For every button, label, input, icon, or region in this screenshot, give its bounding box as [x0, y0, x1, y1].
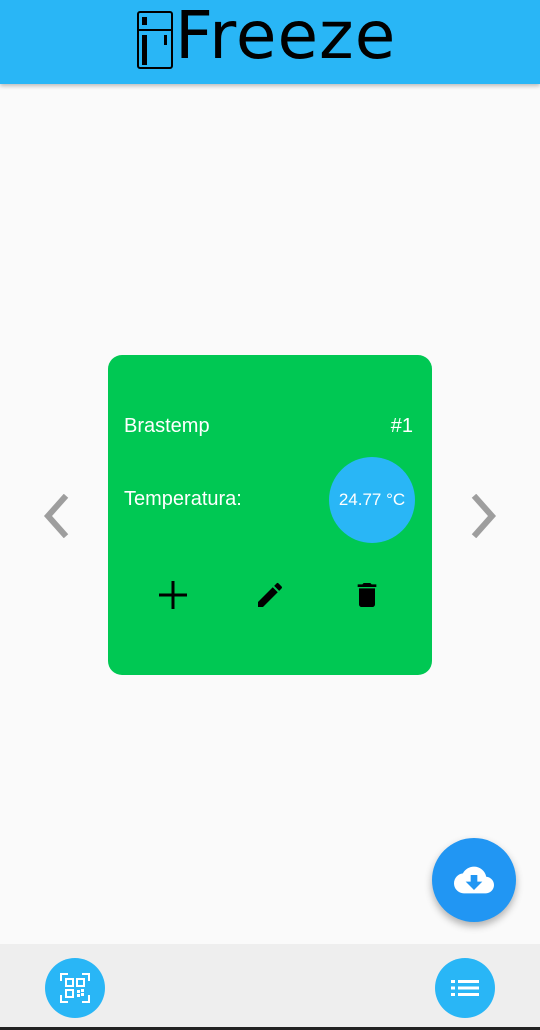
scan-qr-button[interactable] — [45, 958, 105, 1018]
bottom-bar — [0, 944, 540, 1030]
chevron-left-icon — [43, 494, 69, 538]
temperature-label: Temperatura: — [124, 488, 242, 510]
chevron-right-icon — [471, 494, 497, 538]
temperature-value: 24.77 °C — [338, 490, 406, 509]
card-actions — [108, 575, 432, 615]
temperature-badge: 24.77 °C — [329, 457, 415, 543]
app-logo: Freeze — [137, 3, 396, 69]
delete-button[interactable] — [347, 575, 387, 615]
previous-device-button[interactable] — [33, 492, 77, 540]
add-button[interactable] — [153, 575, 193, 615]
trash-icon — [357, 583, 377, 607]
edit-button[interactable] — [250, 575, 290, 615]
next-device-button[interactable] — [463, 492, 507, 540]
app-title: Freeze — [175, 0, 397, 74]
app-bar: Freeze — [0, 0, 540, 84]
device-name: Brastemp — [124, 415, 210, 437]
plus-icon — [159, 581, 187, 609]
fridge-icon — [137, 11, 173, 69]
pencil-icon — [258, 582, 283, 607]
device-card: Brastemp #1 Temperatura: 24.77 °C — [108, 355, 432, 675]
device-list-button[interactable] — [435, 958, 495, 1018]
sync-download-button[interactable] — [432, 838, 516, 922]
device-index: #1 — [390, 415, 413, 437]
qr-code-scan-icon — [60, 973, 90, 1003]
list-icon — [451, 980, 479, 996]
cloud-download-icon — [454, 866, 494, 894]
